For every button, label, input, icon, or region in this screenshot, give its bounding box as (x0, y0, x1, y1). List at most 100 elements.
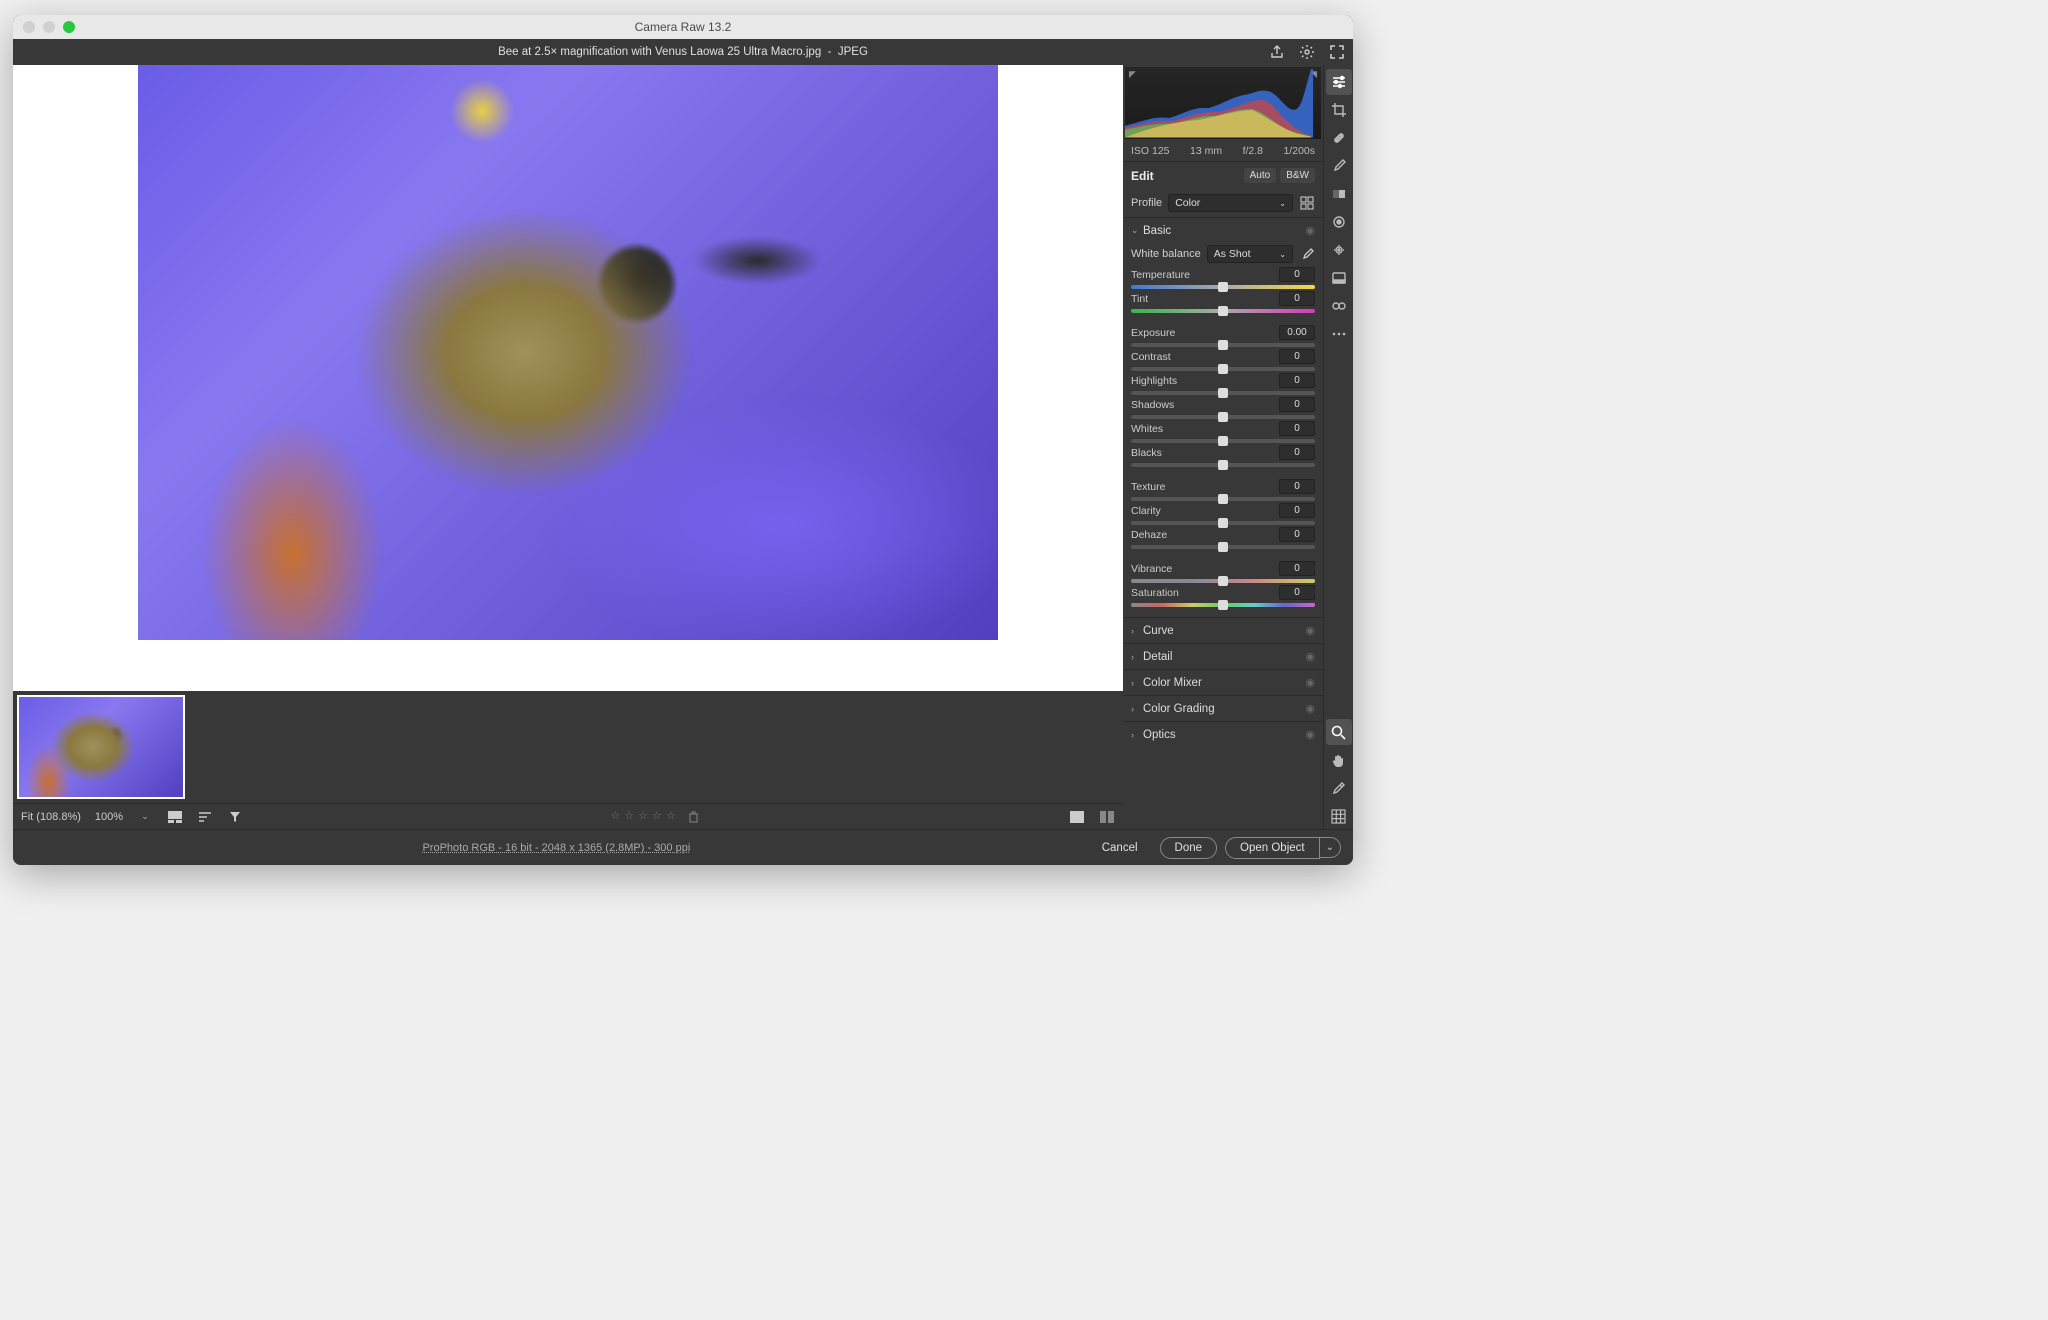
export-icon[interactable] (1269, 44, 1285, 60)
basic-header[interactable]: ⌄ Basic ◉ (1123, 218, 1323, 243)
color-mixer-header[interactable]: ›Color Mixer◉ (1123, 670, 1323, 695)
crop-tool-icon[interactable] (1326, 97, 1352, 123)
filter-icon[interactable] (227, 809, 243, 825)
visibility-icon[interactable]: ◉ (1305, 728, 1315, 741)
radial-tool-icon[interactable] (1326, 209, 1352, 235)
rating-stars[interactable]: ☆ ☆ ☆ ☆ ☆ (610, 809, 701, 825)
profile-browser-icon[interactable] (1299, 195, 1315, 211)
eyedropper-icon[interactable] (1299, 246, 1315, 262)
slider-value[interactable]: 0 (1279, 527, 1315, 542)
texture-slider[interactable]: Texture0 (1131, 479, 1315, 501)
done-button[interactable]: Done (1160, 837, 1218, 859)
temperature-slider[interactable]: Temperature0 (1131, 267, 1315, 289)
auto-button[interactable]: Auto (1244, 168, 1277, 183)
wb-label: White balance (1131, 248, 1201, 260)
visibility-icon[interactable]: ◉ (1305, 224, 1315, 237)
wb-select[interactable]: As Shot ⌄ (1207, 245, 1293, 263)
chevron-down-icon: ⌄ (1131, 225, 1143, 236)
output-meta[interactable]: ProPhoto RGB - 16 bit - 2048 x 1365 (2.8… (25, 842, 1088, 854)
chevron-down-icon: ⌄ (1279, 199, 1286, 208)
slider-value[interactable]: 0 (1279, 373, 1315, 388)
focal-value: 13 mm (1190, 145, 1222, 157)
cancel-button[interactable]: Cancel (1088, 838, 1152, 858)
chevron-right-icon: › (1131, 730, 1143, 740)
profile-select[interactable]: Color ⌄ (1168, 194, 1293, 212)
star-icon[interactable]: ☆ (624, 809, 634, 825)
edit-tool-icon[interactable] (1326, 69, 1352, 95)
slider-value[interactable]: 0 (1279, 267, 1315, 282)
star-icon[interactable]: ☆ (638, 809, 648, 825)
visibility-icon[interactable]: ◉ (1305, 650, 1315, 663)
exposure-slider[interactable]: Exposure 0.00 (1131, 325, 1315, 347)
sampler-tool-icon[interactable] (1326, 775, 1352, 801)
open-object-button[interactable]: Open Object (1225, 837, 1320, 859)
single-view-icon[interactable] (1069, 809, 1085, 825)
slider-value[interactable]: 0 (1279, 421, 1315, 436)
star-icon[interactable]: ☆ (610, 809, 620, 825)
whites-slider[interactable]: Whites0 (1131, 421, 1315, 443)
app-title: Camera Raw 13.2 (13, 20, 1353, 34)
settings-icon[interactable] (1299, 44, 1315, 60)
slider-value[interactable]: 0 (1279, 291, 1315, 306)
zoom-menu-icon[interactable]: ⌄ (137, 809, 153, 825)
saturation-slider[interactable]: Saturation0 (1131, 585, 1315, 607)
optics-header[interactable]: ›Optics◉ (1123, 722, 1323, 747)
snapshot-tool-icon[interactable] (1326, 265, 1352, 291)
profile-value: Color (1175, 197, 1200, 209)
color-grading-header[interactable]: ›Color Grading◉ (1123, 696, 1323, 721)
more-tool-icon[interactable] (1326, 321, 1352, 347)
slider-value[interactable]: 0 (1279, 349, 1315, 364)
chevron-right-icon: › (1131, 626, 1143, 636)
grid-tool-icon[interactable] (1326, 803, 1352, 829)
histogram[interactable]: ◤ ◥ (1125, 67, 1321, 139)
star-icon[interactable]: ☆ (666, 809, 676, 825)
curve-header[interactable]: ›Curve◉ (1123, 618, 1323, 643)
section-title: Curve (1143, 625, 1305, 637)
star-icon[interactable]: ☆ (652, 809, 662, 825)
trash-icon[interactable] (686, 809, 702, 825)
bw-button[interactable]: B&W (1280, 168, 1315, 183)
aperture-value: f/2.8 (1243, 145, 1263, 157)
slider-value[interactable]: 0 (1279, 503, 1315, 518)
vibrance-slider[interactable]: Vibrance0 (1131, 561, 1315, 583)
visibility-icon[interactable]: ◉ (1305, 676, 1315, 689)
slider-value[interactable]: 0 (1279, 561, 1315, 576)
section-title: Optics (1143, 729, 1305, 741)
slider-value[interactable]: 0.00 (1279, 325, 1315, 340)
slider-value[interactable]: 0 (1279, 585, 1315, 600)
open-menu-icon[interactable]: ⌄ (1320, 837, 1341, 858)
redeye-tool-icon[interactable] (1326, 237, 1352, 263)
gradient-tool-icon[interactable] (1326, 181, 1352, 207)
shutter-value: 1/200s (1283, 145, 1315, 157)
dehaze-slider[interactable]: Dehaze0 (1131, 527, 1315, 549)
visibility-icon[interactable]: ◉ (1305, 624, 1315, 637)
compare-view-icon[interactable] (1099, 809, 1115, 825)
heal-tool-icon[interactable] (1326, 125, 1352, 151)
thumbnail[interactable] (17, 695, 185, 799)
visibility-icon[interactable]: ◉ (1305, 702, 1315, 715)
slider-label: Exposure (1131, 327, 1175, 339)
chevron-right-icon: › (1131, 678, 1143, 688)
grid-view-icon[interactable] (167, 809, 183, 825)
shadows-slider[interactable]: Shadows0 (1131, 397, 1315, 419)
contrast-slider[interactable]: Contrast0 (1131, 349, 1315, 371)
chevron-right-icon: › (1131, 652, 1143, 662)
detail-header[interactable]: ›Detail◉ (1123, 644, 1323, 669)
fullscreen-icon[interactable] (1329, 44, 1345, 60)
image-canvas[interactable] (13, 65, 1123, 691)
tint-slider[interactable]: Tint0 (1131, 291, 1315, 313)
slider-value[interactable]: 0 (1279, 479, 1315, 494)
edit-header: Edit Auto B&W (1123, 162, 1323, 189)
zoom-fit[interactable]: Fit (108.8%) (21, 811, 81, 823)
brush-tool-icon[interactable] (1326, 153, 1352, 179)
slider-value[interactable]: 0 (1279, 445, 1315, 460)
presets-tool-icon[interactable] (1326, 293, 1352, 319)
hand-tool-icon[interactable] (1326, 747, 1352, 773)
sort-icon[interactable] (197, 809, 213, 825)
blacks-slider[interactable]: Blacks0 (1131, 445, 1315, 467)
highlights-slider[interactable]: Highlights0 (1131, 373, 1315, 395)
zoom-100[interactable]: 100% (95, 811, 123, 823)
clarity-slider[interactable]: Clarity0 (1131, 503, 1315, 525)
slider-value[interactable]: 0 (1279, 397, 1315, 412)
zoom-tool-icon[interactable] (1326, 719, 1352, 745)
